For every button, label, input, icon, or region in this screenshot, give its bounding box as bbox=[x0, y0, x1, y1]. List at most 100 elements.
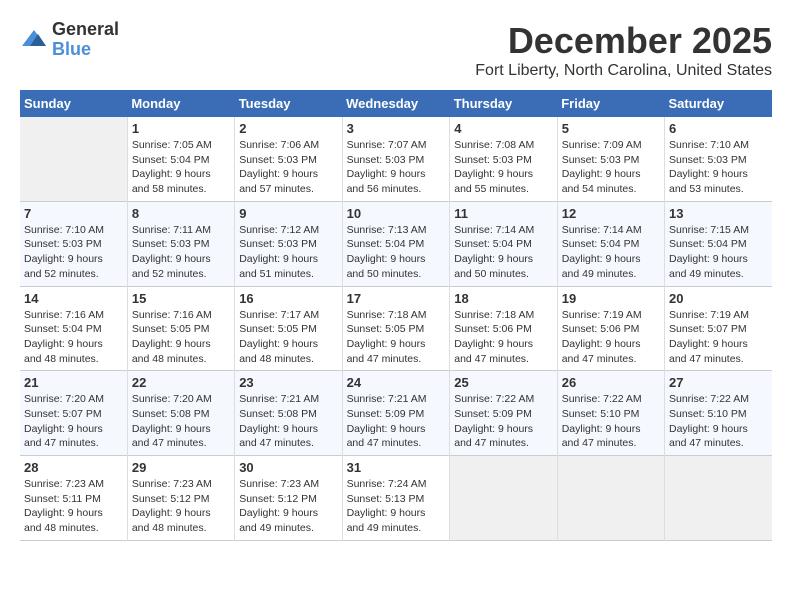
day-info: Sunrise: 7:08 AMSunset: 5:03 PMDaylight:… bbox=[454, 138, 552, 197]
day-number: 27 bbox=[669, 375, 768, 390]
calendar-cell: 22 Sunrise: 7:20 AMSunset: 5:08 PMDayligh… bbox=[127, 371, 234, 456]
logo-blue: Blue bbox=[52, 40, 119, 60]
weekday-header: Thursday bbox=[450, 90, 557, 117]
calendar-cell: 24 Sunrise: 7:21 AMSunset: 5:09 PMDayligh… bbox=[342, 371, 450, 456]
weekday-header: Sunday bbox=[20, 90, 127, 117]
day-number: 14 bbox=[24, 291, 123, 306]
calendar-cell: 4 Sunrise: 7:08 AMSunset: 5:03 PMDaylight… bbox=[450, 117, 557, 201]
calendar-cell bbox=[665, 456, 773, 541]
calendar-cell: 2 Sunrise: 7:06 AMSunset: 5:03 PMDaylight… bbox=[235, 117, 342, 201]
day-number: 19 bbox=[562, 291, 660, 306]
calendar-cell: 25 Sunrise: 7:22 AMSunset: 5:09 PMDayligh… bbox=[450, 371, 557, 456]
day-number: 15 bbox=[132, 291, 230, 306]
calendar-cell: 15 Sunrise: 7:16 AMSunset: 5:05 PMDayligh… bbox=[127, 286, 234, 371]
calendar-week-row: 14 Sunrise: 7:16 AMSunset: 5:04 PMDayligh… bbox=[20, 286, 772, 371]
calendar-table: SundayMondayTuesdayWednesdayThursdayFrid… bbox=[20, 90, 772, 541]
weekday-header: Friday bbox=[557, 90, 664, 117]
logo-general: General bbox=[52, 20, 119, 40]
day-info: Sunrise: 7:10 AMSunset: 5:03 PMDaylight:… bbox=[24, 223, 123, 282]
day-info: Sunrise: 7:23 AMSunset: 5:12 PMDaylight:… bbox=[239, 477, 337, 536]
day-number: 22 bbox=[132, 375, 230, 390]
day-info: Sunrise: 7:18 AMSunset: 5:06 PMDaylight:… bbox=[454, 308, 552, 367]
day-info: Sunrise: 7:14 AMSunset: 5:04 PMDaylight:… bbox=[562, 223, 660, 282]
calendar-cell: 14 Sunrise: 7:16 AMSunset: 5:04 PMDayligh… bbox=[20, 286, 127, 371]
day-info: Sunrise: 7:18 AMSunset: 5:05 PMDaylight:… bbox=[347, 308, 446, 367]
day-info: Sunrise: 7:13 AMSunset: 5:04 PMDaylight:… bbox=[347, 223, 446, 282]
day-info: Sunrise: 7:16 AMSunset: 5:04 PMDaylight:… bbox=[24, 308, 123, 367]
header: General Blue December 2025 Fort Liberty,… bbox=[20, 20, 772, 80]
day-number: 16 bbox=[239, 291, 337, 306]
day-number: 8 bbox=[132, 206, 230, 221]
day-info: Sunrise: 7:22 AMSunset: 5:10 PMDaylight:… bbox=[562, 392, 660, 451]
day-info: Sunrise: 7:21 AMSunset: 5:08 PMDaylight:… bbox=[239, 392, 337, 451]
day-number: 20 bbox=[669, 291, 768, 306]
day-number: 29 bbox=[132, 460, 230, 475]
calendar-cell: 23 Sunrise: 7:21 AMSunset: 5:08 PMDayligh… bbox=[235, 371, 342, 456]
day-info: Sunrise: 7:10 AMSunset: 5:03 PMDaylight:… bbox=[669, 138, 768, 197]
calendar-cell: 17 Sunrise: 7:18 AMSunset: 5:05 PMDayligh… bbox=[342, 286, 450, 371]
day-number: 28 bbox=[24, 460, 123, 475]
calendar-cell: 3 Sunrise: 7:07 AMSunset: 5:03 PMDaylight… bbox=[342, 117, 450, 201]
logo-icon bbox=[20, 26, 48, 54]
calendar-cell: 27Sunrise: 7:22 AMSunset: 5:10 PMDayligh… bbox=[665, 371, 773, 456]
day-info: Sunrise: 7:17 AMSunset: 5:05 PMDaylight:… bbox=[239, 308, 337, 367]
day-info: Sunrise: 7:20 AMSunset: 5:08 PMDaylight:… bbox=[132, 392, 230, 451]
day-number: 1 bbox=[132, 121, 230, 136]
calendar-cell: 11 Sunrise: 7:14 AMSunset: 5:04 PMDayligh… bbox=[450, 201, 557, 286]
calendar-cell: 31Sunrise: 7:24 AMSunset: 5:13 PMDayligh… bbox=[342, 456, 450, 541]
day-number: 3 bbox=[347, 121, 446, 136]
calendar-cell: 12Sunrise: 7:14 AMSunset: 5:04 PMDayligh… bbox=[557, 201, 664, 286]
day-info: Sunrise: 7:12 AMSunset: 5:03 PMDaylight:… bbox=[239, 223, 337, 282]
month-title: December 2025 bbox=[475, 20, 772, 62]
day-number: 26 bbox=[562, 375, 660, 390]
calendar-cell bbox=[450, 456, 557, 541]
calendar-cell: 8 Sunrise: 7:11 AMSunset: 5:03 PMDaylight… bbox=[127, 201, 234, 286]
day-number: 21 bbox=[24, 375, 123, 390]
day-number: 7 bbox=[24, 206, 123, 221]
calendar-cell bbox=[20, 117, 127, 201]
calendar-cell: 19 Sunrise: 7:19 AMSunset: 5:06 PMDayligh… bbox=[557, 286, 664, 371]
calendar-cell: 16 Sunrise: 7:17 AMSunset: 5:05 PMDayligh… bbox=[235, 286, 342, 371]
calendar-cell: 26 Sunrise: 7:22 AMSunset: 5:10 PMDayligh… bbox=[557, 371, 664, 456]
calendar-cell bbox=[557, 456, 664, 541]
weekday-header: Wednesday bbox=[342, 90, 450, 117]
day-number: 9 bbox=[239, 206, 337, 221]
day-info: Sunrise: 7:09 AMSunset: 5:03 PMDaylight:… bbox=[562, 138, 660, 197]
day-number: 25 bbox=[454, 375, 552, 390]
day-info: Sunrise: 7:06 AMSunset: 5:03 PMDaylight:… bbox=[239, 138, 337, 197]
day-number: 5 bbox=[562, 121, 660, 136]
day-number: 13 bbox=[669, 206, 768, 221]
calendar-cell: 5 Sunrise: 7:09 AMSunset: 5:03 PMDaylight… bbox=[557, 117, 664, 201]
day-info: Sunrise: 7:11 AMSunset: 5:03 PMDaylight:… bbox=[132, 223, 230, 282]
day-number: 6 bbox=[669, 121, 768, 136]
day-info: Sunrise: 7:20 AMSunset: 5:07 PMDaylight:… bbox=[24, 392, 123, 451]
location-title: Fort Liberty, North Carolina, United Sta… bbox=[475, 62, 772, 80]
calendar-cell: 6 Sunrise: 7:10 AMSunset: 5:03 PMDaylight… bbox=[665, 117, 773, 201]
weekday-header: Monday bbox=[127, 90, 234, 117]
day-number: 31 bbox=[347, 460, 446, 475]
calendar-cell: 13 Sunrise: 7:15 AMSunset: 5:04 PMDayligh… bbox=[665, 201, 773, 286]
day-info: Sunrise: 7:23 AMSunset: 5:12 PMDaylight:… bbox=[132, 477, 230, 536]
day-info: Sunrise: 7:07 AMSunset: 5:03 PMDaylight:… bbox=[347, 138, 446, 197]
calendar-cell: 10Sunrise: 7:13 AMSunset: 5:04 PMDayligh… bbox=[342, 201, 450, 286]
calendar-cell: 18Sunrise: 7:18 AMSunset: 5:06 PMDayligh… bbox=[450, 286, 557, 371]
calendar-cell: 28Sunrise: 7:23 AMSunset: 5:11 PMDayligh… bbox=[20, 456, 127, 541]
day-number: 17 bbox=[347, 291, 446, 306]
day-number: 30 bbox=[239, 460, 337, 475]
day-info: Sunrise: 7:19 AMSunset: 5:07 PMDaylight:… bbox=[669, 308, 768, 367]
day-number: 24 bbox=[347, 375, 446, 390]
day-number: 23 bbox=[239, 375, 337, 390]
day-info: Sunrise: 7:05 AMSunset: 5:04 PMDaylight:… bbox=[132, 138, 230, 197]
weekday-header: Tuesday bbox=[235, 90, 342, 117]
day-info: Sunrise: 7:16 AMSunset: 5:05 PMDaylight:… bbox=[132, 308, 230, 367]
day-number: 11 bbox=[454, 206, 552, 221]
calendar-week-row: 1 Sunrise: 7:05 AMSunset: 5:04 PMDaylight… bbox=[20, 117, 772, 201]
day-number: 4 bbox=[454, 121, 552, 136]
day-info: Sunrise: 7:19 AMSunset: 5:06 PMDaylight:… bbox=[562, 308, 660, 367]
day-info: Sunrise: 7:21 AMSunset: 5:09 PMDaylight:… bbox=[347, 392, 446, 451]
calendar-cell: 20 Sunrise: 7:19 AMSunset: 5:07 PMDayligh… bbox=[665, 286, 773, 371]
day-info: Sunrise: 7:14 AMSunset: 5:04 PMDaylight:… bbox=[454, 223, 552, 282]
day-number: 2 bbox=[239, 121, 337, 136]
day-info: Sunrise: 7:15 AMSunset: 5:04 PMDaylight:… bbox=[669, 223, 768, 282]
day-info: Sunrise: 7:22 AMSunset: 5:09 PMDaylight:… bbox=[454, 392, 552, 451]
